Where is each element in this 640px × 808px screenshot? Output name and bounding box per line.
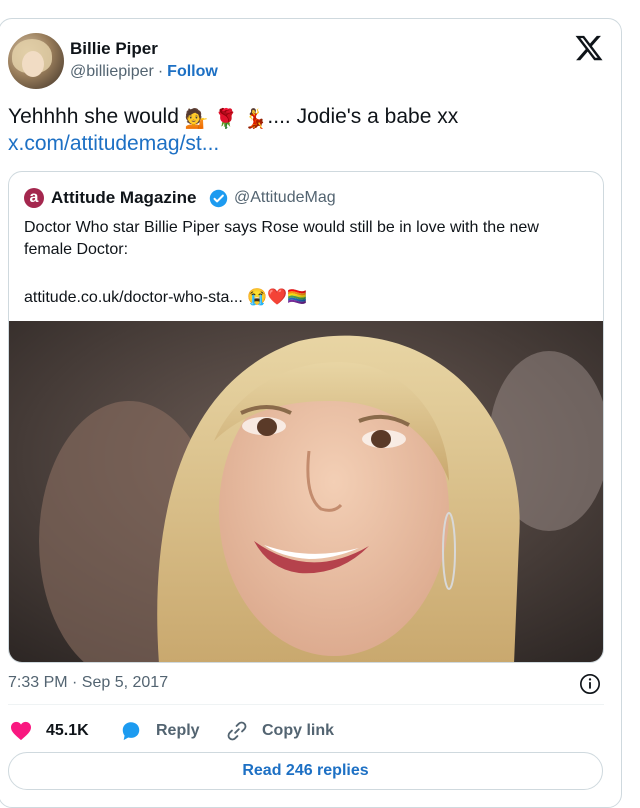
dancer-emoji: 💃 xyxy=(243,109,268,130)
divider xyxy=(8,704,604,705)
tweet-text-main: Yehhhh she would xyxy=(8,105,179,128)
reply-button[interactable]: Reply xyxy=(120,719,200,743)
copy-link-label: Copy link xyxy=(262,722,335,739)
heart-icon xyxy=(11,721,31,741)
tweet-text-tail: .... Jodie's a babe xx xyxy=(267,105,459,128)
quoted-photo[interactable] xyxy=(9,321,604,663)
separator-dot: · xyxy=(157,63,164,80)
read-replies-button[interactable]: Read 246 replies xyxy=(8,752,603,790)
like-count: 45.1K xyxy=(46,722,89,739)
attitude-logo[interactable]: a xyxy=(24,188,44,208)
avatar-face xyxy=(22,51,44,77)
person-tipping-hand-emoji: 💁 xyxy=(184,109,209,130)
tweet-link[interactable]: x.com/attitudemag/st... xyxy=(8,132,219,156)
author-handle[interactable]: @billiepiper xyxy=(70,63,154,80)
quoted-tweet[interactable]: a Attitude Magazine @AttitudeMag Doctor … xyxy=(8,171,604,663)
avatar[interactable] xyxy=(8,33,64,89)
quoted-url-emojis: 😭❤️🏳️‍🌈 xyxy=(247,289,307,306)
tweet-text: Yehhhh she would 💁 🌹 💃.... Jodie's a bab… xyxy=(8,103,608,133)
quoted-text: Doctor Who star Billie Piper says Rose w… xyxy=(24,219,539,258)
follow-button[interactable]: Follow xyxy=(167,63,218,80)
info-icon[interactable] xyxy=(579,673,601,695)
quoted-url-row: attitude.co.uk/doctor-who-sta... 😭❤️🏳️‍🌈 xyxy=(24,287,307,307)
quoted-url: attitude.co.uk/doctor-who-sta... xyxy=(24,289,243,306)
copy-link-button[interactable]: Copy link xyxy=(226,719,334,743)
quoted-author-handle[interactable]: @AttitudeMag xyxy=(234,189,336,207)
timestamp[interactable]: 7:33 PM · Sep 5, 2017 xyxy=(8,674,168,692)
like-button[interactable]: 45.1K xyxy=(10,719,89,743)
author-handle-row: @billiepiper · Follow xyxy=(70,63,218,81)
reply-bubble-icon xyxy=(122,722,140,741)
reply-label: Reply xyxy=(156,722,200,739)
quoted-author-name[interactable]: Attitude Magazine xyxy=(51,188,196,208)
author-name[interactable]: Billie Piper xyxy=(70,39,158,59)
link-icon xyxy=(227,721,247,741)
rose-emoji: 🌹 xyxy=(214,109,238,130)
x-logo-icon[interactable] xyxy=(574,33,604,63)
verified-badge-icon xyxy=(209,189,228,208)
